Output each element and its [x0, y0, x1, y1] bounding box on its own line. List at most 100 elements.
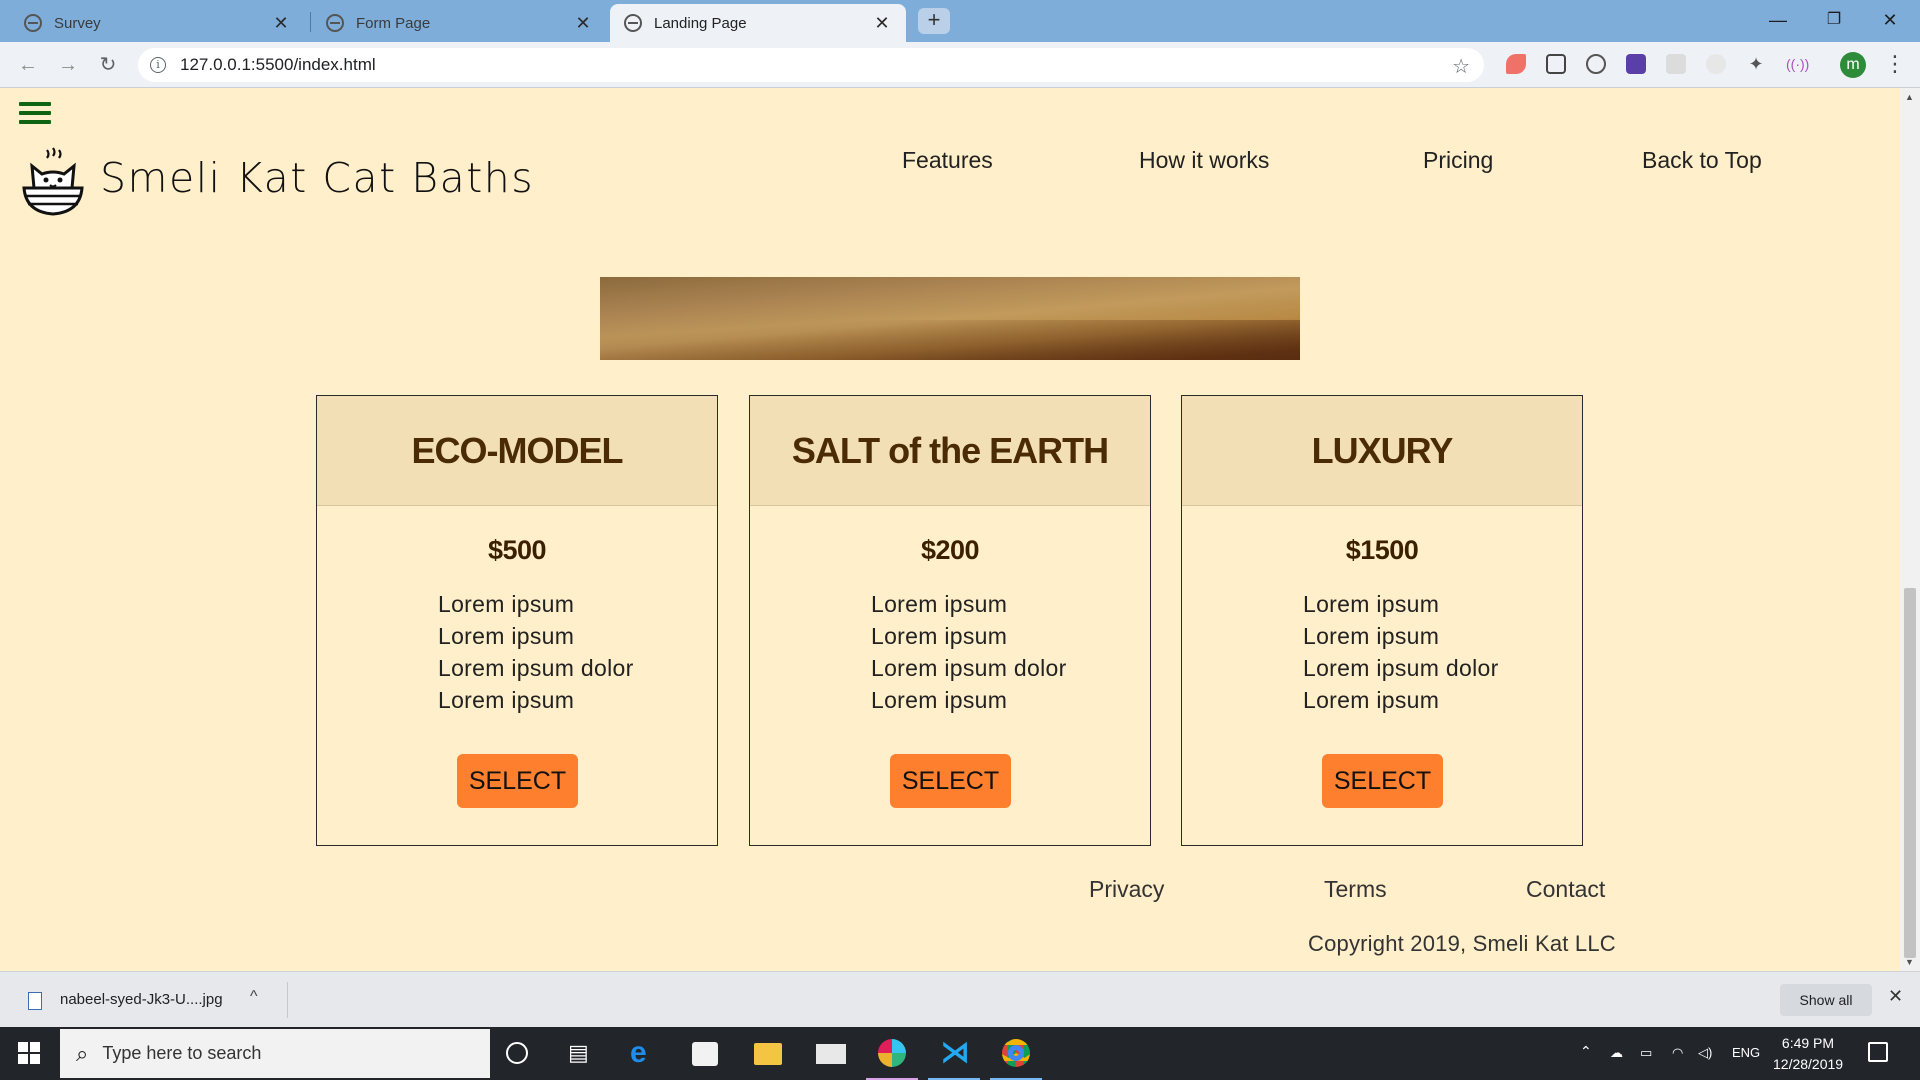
- download-file-name[interactable]: nabeel-syed-Jk3-U....jpg: [60, 991, 223, 1008]
- plan-feature: Lorem ipsum: [438, 687, 575, 713]
- select-eco-model-button[interactable]: SELECT: [457, 754, 578, 808]
- footer-contact-link[interactable]: Contact: [1526, 876, 1605, 903]
- volume-icon[interactable]: ◁): [1698, 1045, 1712, 1061]
- restore-window-button[interactable]: ❐: [1814, 6, 1854, 34]
- plan-card-luxury: LUXURY $1500 Lorem ipsum Lorem ipsum Lor…: [1181, 395, 1583, 846]
- store-icon[interactable]: [692, 1042, 718, 1066]
- address-bar[interactable]: i 127.0.0.1:5500/index.html ☆: [138, 48, 1484, 82]
- file-explorer-icon[interactable]: [754, 1043, 782, 1065]
- todo-extension-icon[interactable]: [1626, 54, 1646, 74]
- plan-card-header: ECO-MODEL: [317, 396, 717, 506]
- close-window-button[interactable]: ✕: [1870, 6, 1910, 34]
- plan-feature: Lorem ipsum: [1303, 687, 1440, 713]
- codepen-icon: [24, 14, 42, 32]
- plan-feature: Lorem ipsum dolor: [438, 655, 634, 681]
- plan-feature: Lorem ipsum: [871, 623, 1008, 649]
- nav-back-to-top[interactable]: Back to Top: [1642, 147, 1762, 174]
- bookmark-star-icon[interactable]: ☆: [1452, 54, 1470, 79]
- windows-start-icon[interactable]: [18, 1042, 40, 1064]
- scrollbar-thumb[interactable]: [1904, 588, 1916, 958]
- back-button[interactable]: ←: [14, 52, 42, 78]
- slack-icon[interactable]: [878, 1039, 906, 1067]
- profile-avatar[interactable]: m: [1840, 52, 1866, 78]
- broadcast-extension-icon[interactable]: ((·)): [1786, 54, 1809, 74]
- extensions-puzzle-icon[interactable]: ✦: [1746, 54, 1766, 74]
- plan-name: LUXURY: [1311, 429, 1454, 471]
- chevron-up-icon[interactable]: ^: [250, 988, 258, 1006]
- plan-name: ECO-MODEL: [411, 429, 624, 471]
- extension-icon-circle[interactable]: [1586, 54, 1606, 74]
- page-viewport: Smeli Kat Cat Baths Features How it work…: [0, 88, 1900, 971]
- tab-label: Survey: [54, 14, 101, 32]
- plan-card-salt-of-the-earth: SALT of the EARTH $200 Lorem ipsum Lorem…: [749, 395, 1151, 846]
- main-nav: Features How it works Pricing Back to To…: [0, 147, 1900, 187]
- scroll-down-icon[interactable]: ▼: [1905, 957, 1914, 967]
- mail-icon[interactable]: [816, 1044, 846, 1064]
- site-info-icon[interactable]: i: [150, 57, 166, 73]
- plan-feature: Lorem ipsum: [871, 687, 1008, 713]
- onedrive-icon[interactable]: ☁: [1610, 1045, 1623, 1061]
- page-scrollbar[interactable]: ▲ ▼: [1900, 88, 1920, 971]
- plan-price: $500: [487, 535, 547, 565]
- hamburger-menu-icon[interactable]: [19, 102, 51, 128]
- plan-name: SALT of the EARTH: [791, 429, 1109, 471]
- plan-feature: Lorem ipsum: [438, 591, 575, 617]
- chevron-up-icon[interactable]: ⌃: [1580, 1043, 1592, 1060]
- plan-feature: Lorem ipsum dolor: [871, 655, 1067, 681]
- browser-tab-bar: Survey ✕ Form Page ✕ Landing Page ✕ + — …: [0, 0, 1920, 42]
- plan-feature: Lorem ipsum: [1303, 623, 1440, 649]
- notifications-icon[interactable]: [1868, 1042, 1888, 1062]
- hero-image: [600, 277, 1300, 360]
- vscode-icon[interactable]: ⋊: [940, 1038, 970, 1068]
- new-tab-button[interactable]: +: [918, 8, 950, 34]
- shelf-divider: [287, 982, 288, 1018]
- tab-separator: [310, 12, 311, 32]
- nav-how-it-works[interactable]: How it works: [1139, 147, 1269, 174]
- extension-icon-face[interactable]: [1706, 54, 1726, 74]
- plan-feature: Lorem ipsum dolor: [1303, 655, 1499, 681]
- windows-taskbar: ⌕ Type here to search ▤ e ⋊: [0, 1027, 1920, 1080]
- footer-terms-link[interactable]: Terms: [1324, 876, 1387, 903]
- browser-menu-icon[interactable]: ⋮: [1884, 50, 1906, 78]
- plan-card-header: SALT of the EARTH: [750, 396, 1150, 506]
- select-luxury-button[interactable]: SELECT: [1322, 754, 1443, 808]
- wifi-icon[interactable]: ◠: [1672, 1045, 1683, 1061]
- battery-icon[interactable]: ▭: [1640, 1045, 1652, 1061]
- tab-survey[interactable]: Survey ✕: [10, 4, 305, 42]
- plan-features: Lorem ipsum Lorem ipsum Lorem ipsum dolo…: [438, 588, 717, 716]
- scroll-up-icon[interactable]: ▲: [1905, 92, 1914, 102]
- nav-pricing[interactable]: Pricing: [1423, 147, 1493, 174]
- download-shelf: nabeel-syed-Jk3-U....jpg ^ Show all ✕: [0, 971, 1920, 1027]
- close-tab-icon[interactable]: ✕: [573, 13, 593, 34]
- select-salt-of-the-earth-button[interactable]: SELECT: [890, 754, 1011, 808]
- chrome-icon[interactable]: [1002, 1039, 1030, 1067]
- tab-landing-page[interactable]: Landing Page ✕: [610, 4, 906, 42]
- taskbar-search-box[interactable]: ⌕ Type here to search: [60, 1029, 490, 1078]
- tab-label: Form Page: [356, 14, 431, 32]
- search-placeholder: Type here to search: [102, 1043, 262, 1063]
- edge-browser-icon[interactable]: e: [630, 1038, 658, 1068]
- taskbar-clock[interactable]: 6:49 PM 12/28/2019: [1773, 1033, 1843, 1075]
- globe-icon: [326, 14, 344, 32]
- plan-feature: Lorem ipsum: [1303, 591, 1440, 617]
- show-all-downloads-button[interactable]: Show all: [1780, 984, 1872, 1016]
- close-shelf-icon[interactable]: ✕: [1888, 986, 1903, 1007]
- close-tab-icon[interactable]: ✕: [872, 13, 892, 34]
- copyright-text: Copyright 2019, Smeli Kat LLC: [1308, 931, 1616, 956]
- close-tab-icon[interactable]: ✕: [271, 13, 291, 34]
- nav-features[interactable]: Features: [902, 147, 993, 174]
- extension-icon-grid[interactable]: [1666, 54, 1686, 74]
- reload-button[interactable]: ↻: [94, 52, 122, 78]
- screenshot-extension-icon[interactable]: [1546, 54, 1566, 74]
- plan-features: Lorem ipsum Lorem ipsum Lorem ipsum dolo…: [1303, 588, 1582, 716]
- input-language[interactable]: ENG: [1732, 1045, 1760, 1060]
- plan-card-eco-model: ECO-MODEL $500 Lorem ipsum Lorem ipsum L…: [316, 395, 718, 846]
- minimize-window-button[interactable]: —: [1758, 6, 1798, 34]
- url-text: 127.0.0.1:5500/index.html: [180, 55, 376, 74]
- footer-privacy-link[interactable]: Privacy: [1089, 876, 1164, 903]
- task-view-icon[interactable]: ▤: [568, 1039, 596, 1067]
- extension-icon-red[interactable]: [1506, 54, 1526, 74]
- cortana-icon[interactable]: [506, 1042, 528, 1064]
- forward-button[interactable]: →: [54, 52, 82, 78]
- tab-form-page[interactable]: Form Page ✕: [312, 4, 607, 42]
